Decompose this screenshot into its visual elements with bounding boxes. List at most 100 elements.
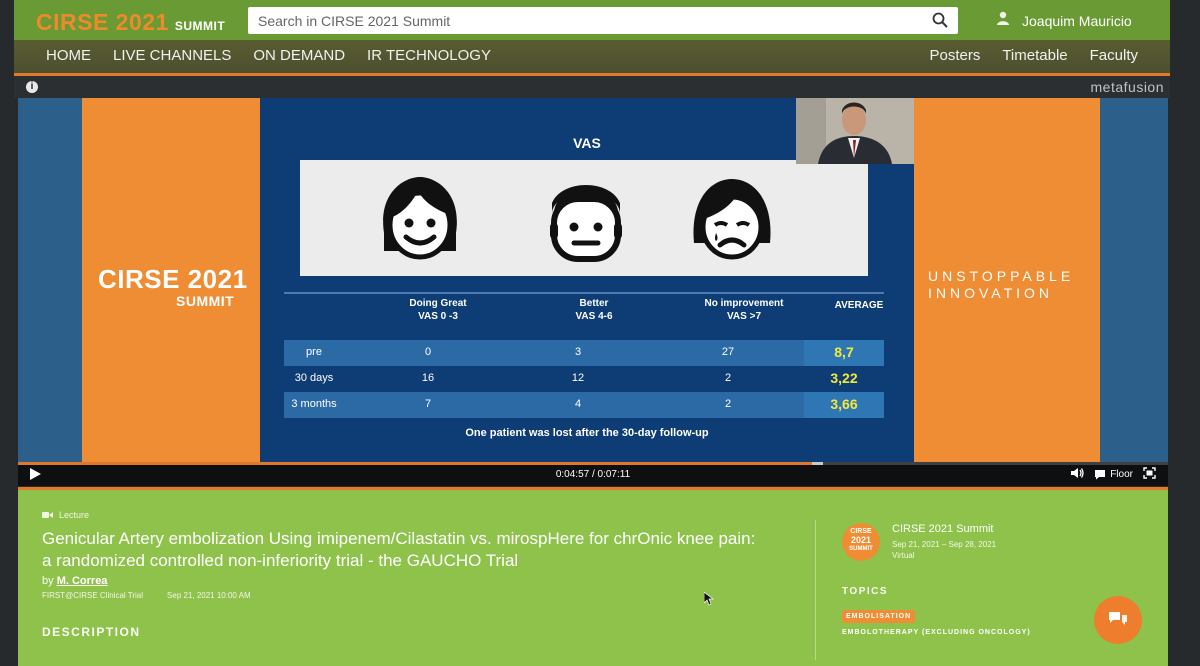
user-name: Joaquim Mauricio <box>1022 12 1132 29</box>
author-link[interactable]: M. Correa <box>57 575 108 587</box>
table-row: 3 months 7 4 2 3,66 <box>284 392 884 418</box>
header-average-line1: AVERAGE <box>834 300 884 311</box>
nav-ir-technology[interactable]: IR TECHNOLOGY <box>367 47 491 64</box>
presenter-webcam <box>796 98 914 164</box>
chat-icon <box>1109 612 1127 625</box>
event-logo-line3: SUMMIT <box>849 546 873 552</box>
header-doing-great-line2: VAS 0 -3 <box>418 311 458 322</box>
by-prefix: by <box>42 575 54 587</box>
cell-doing-great: 16 <box>421 372 435 384</box>
cell-doing-great: 7 <box>424 398 432 410</box>
cell-doing-great: 0 <box>424 346 432 358</box>
average-cell: 3,66 <box>804 392 884 418</box>
header-better: Better VAS 4-6 <box>534 297 654 323</box>
session-name: FIRST@CIRSE Clinical Trial <box>42 591 144 600</box>
cell-no-improvement: 2 <box>724 398 732 410</box>
lecture-datetime: Sep 21, 2021 10:00 AM <box>167 591 251 600</box>
search-input[interactable] <box>248 7 920 34</box>
event-name[interactable]: CIRSE 2021 Summit <box>892 523 993 535</box>
volume-icon[interactable] <box>1070 467 1084 482</box>
brand-label: metafusion <box>1090 79 1164 95</box>
main-nav: HOME LIVE CHANNELS ON DEMAND IR TECHNOLO… <box>14 40 1170 76</box>
slide-logo-main: CIRSE 2021 <box>98 264 248 294</box>
event-logo[interactable]: CIRSE 2021 SUMMIT <box>842 523 880 561</box>
video-player[interactable]: CIRSE 2021 SUMMIT VAS Doing Great VAS 0 … <box>18 98 1168 462</box>
info-icon[interactable]: i <box>26 81 38 93</box>
fullscreen-icon[interactable] <box>1143 467 1156 482</box>
speech-bubble-icon <box>1095 470 1106 480</box>
nav-timetable[interactable]: Timetable <box>1002 47 1067 64</box>
vas-faces-panel <box>300 160 868 276</box>
topic-chip-embolisation[interactable]: EMBOLISATION <box>842 610 916 623</box>
header-no-improvement: No improvement VAS >7 <box>684 297 804 323</box>
logo-main: CIRSE 2021 <box>36 9 169 35</box>
video-camera-icon <box>42 512 53 518</box>
header-doing-great: Doing Great VAS 0 -3 <box>378 297 498 323</box>
slide-cirse-logo: CIRSE 2021 SUMMIT <box>98 264 248 311</box>
row-label: 30 days <box>294 372 334 384</box>
lecture-info-panel: Lecture Genicular Artery embolization Us… <box>18 487 1168 666</box>
average-cell: 3,22 <box>804 366 884 392</box>
table-header-divider <box>284 292 884 294</box>
neutral-face-icon <box>550 185 622 262</box>
nav-faculty[interactable]: Faculty <box>1090 47 1138 64</box>
header-doing-great-line1: Doing Great <box>409 298 467 309</box>
header-average: AVERAGE <box>804 299 914 312</box>
player-info-bar: i metafusion <box>14 76 1170 98</box>
cell-better: 3 <box>574 346 582 358</box>
floor-label: Floor <box>1110 469 1133 480</box>
top-header: CIRSE 2021 SUMMIT Joaquim Mauricio <box>14 0 1170 41</box>
average-value: 8,7 <box>834 344 854 360</box>
header-better-line2: VAS 4-6 <box>575 311 613 322</box>
panel-divider <box>815 520 816 660</box>
table-row: 30 days 16 12 2 3,22 <box>284 366 884 392</box>
progress-buffer <box>811 462 823 465</box>
header-no-improvement-line2: VAS >7 <box>727 311 761 322</box>
tagline-line1: UNSTOPPABLE <box>928 268 1075 284</box>
table-row: pre 0 3 27 8,7 <box>284 340 884 366</box>
header-no-improvement-line1: No improvement <box>704 298 784 309</box>
average-value: 3,66 <box>830 396 858 412</box>
event-dates: Sep 21, 2021 – Sep 28, 2021 <box>892 540 997 549</box>
cell-better: 4 <box>574 398 582 410</box>
playback-time: 0:04:57 / 0:07:11 <box>555 469 631 480</box>
event-details: Sep 21, 2021 – Sep 28, 2021 Virtual <box>892 539 996 561</box>
row-label: pre <box>306 346 322 358</box>
description-heading: DESCRIPTION <box>42 625 141 639</box>
category-label: Lecture <box>59 510 90 520</box>
cell-no-improvement: 2 <box>724 372 732 384</box>
nav-on-demand[interactable]: ON DEMAND <box>253 47 345 64</box>
user-menu[interactable]: Joaquim Mauricio <box>996 11 1132 30</box>
slide-side-left <box>18 98 82 462</box>
lecture-byline: by M. Correa <box>42 575 107 587</box>
cell-no-improvement: 27 <box>721 346 735 358</box>
nav-home[interactable]: HOME <box>46 47 91 64</box>
mouse-cursor-icon <box>704 592 714 606</box>
chat-button[interactable] <box>1094 596 1142 644</box>
sad-face-icon <box>693 179 771 260</box>
player-controls: 0:04:57 / 0:07:11 Floor <box>18 462 1168 486</box>
logo-sub: SUMMIT <box>174 19 226 33</box>
topics-heading: TOPICS <box>842 586 889 597</box>
cell-better: 12 <box>571 372 585 384</box>
slide-footnote: One patient was lost after the 30-day fo… <box>465 427 709 439</box>
topic-chip-embolotherapy[interactable]: EMBOLOTHERAPY (EXCLUDING ONCOLOGY) <box>842 629 1031 636</box>
slide-side-right <box>1100 98 1168 462</box>
site-logo[interactable]: CIRSE 2021 SUMMIT <box>36 9 225 36</box>
nav-live-channels[interactable]: LIVE CHANNELS <box>113 47 231 64</box>
lecture-category: Lecture <box>42 510 89 520</box>
progress-fill <box>18 462 812 465</box>
nav-posters[interactable]: Posters <box>929 47 980 64</box>
row-label: 3 months <box>291 398 337 410</box>
presenter-image <box>796 98 914 164</box>
average-value: 3,22 <box>830 370 858 386</box>
lecture-meta: FIRST@CIRSE Clinical Trial Sep 21, 2021 … <box>42 591 251 600</box>
search-icon[interactable] <box>932 12 948 33</box>
slide-tagline: UNSTOPPABLE INNOVATION <box>928 268 1074 302</box>
average-cell: 8,7 <box>804 340 884 366</box>
header-better-line1: Better <box>579 298 609 309</box>
floor-button[interactable]: Floor <box>1094 469 1133 480</box>
user-icon <box>996 11 1010 30</box>
event-logo-line2: 2021 <box>850 535 872 545</box>
progress-bar[interactable] <box>18 462 1168 465</box>
